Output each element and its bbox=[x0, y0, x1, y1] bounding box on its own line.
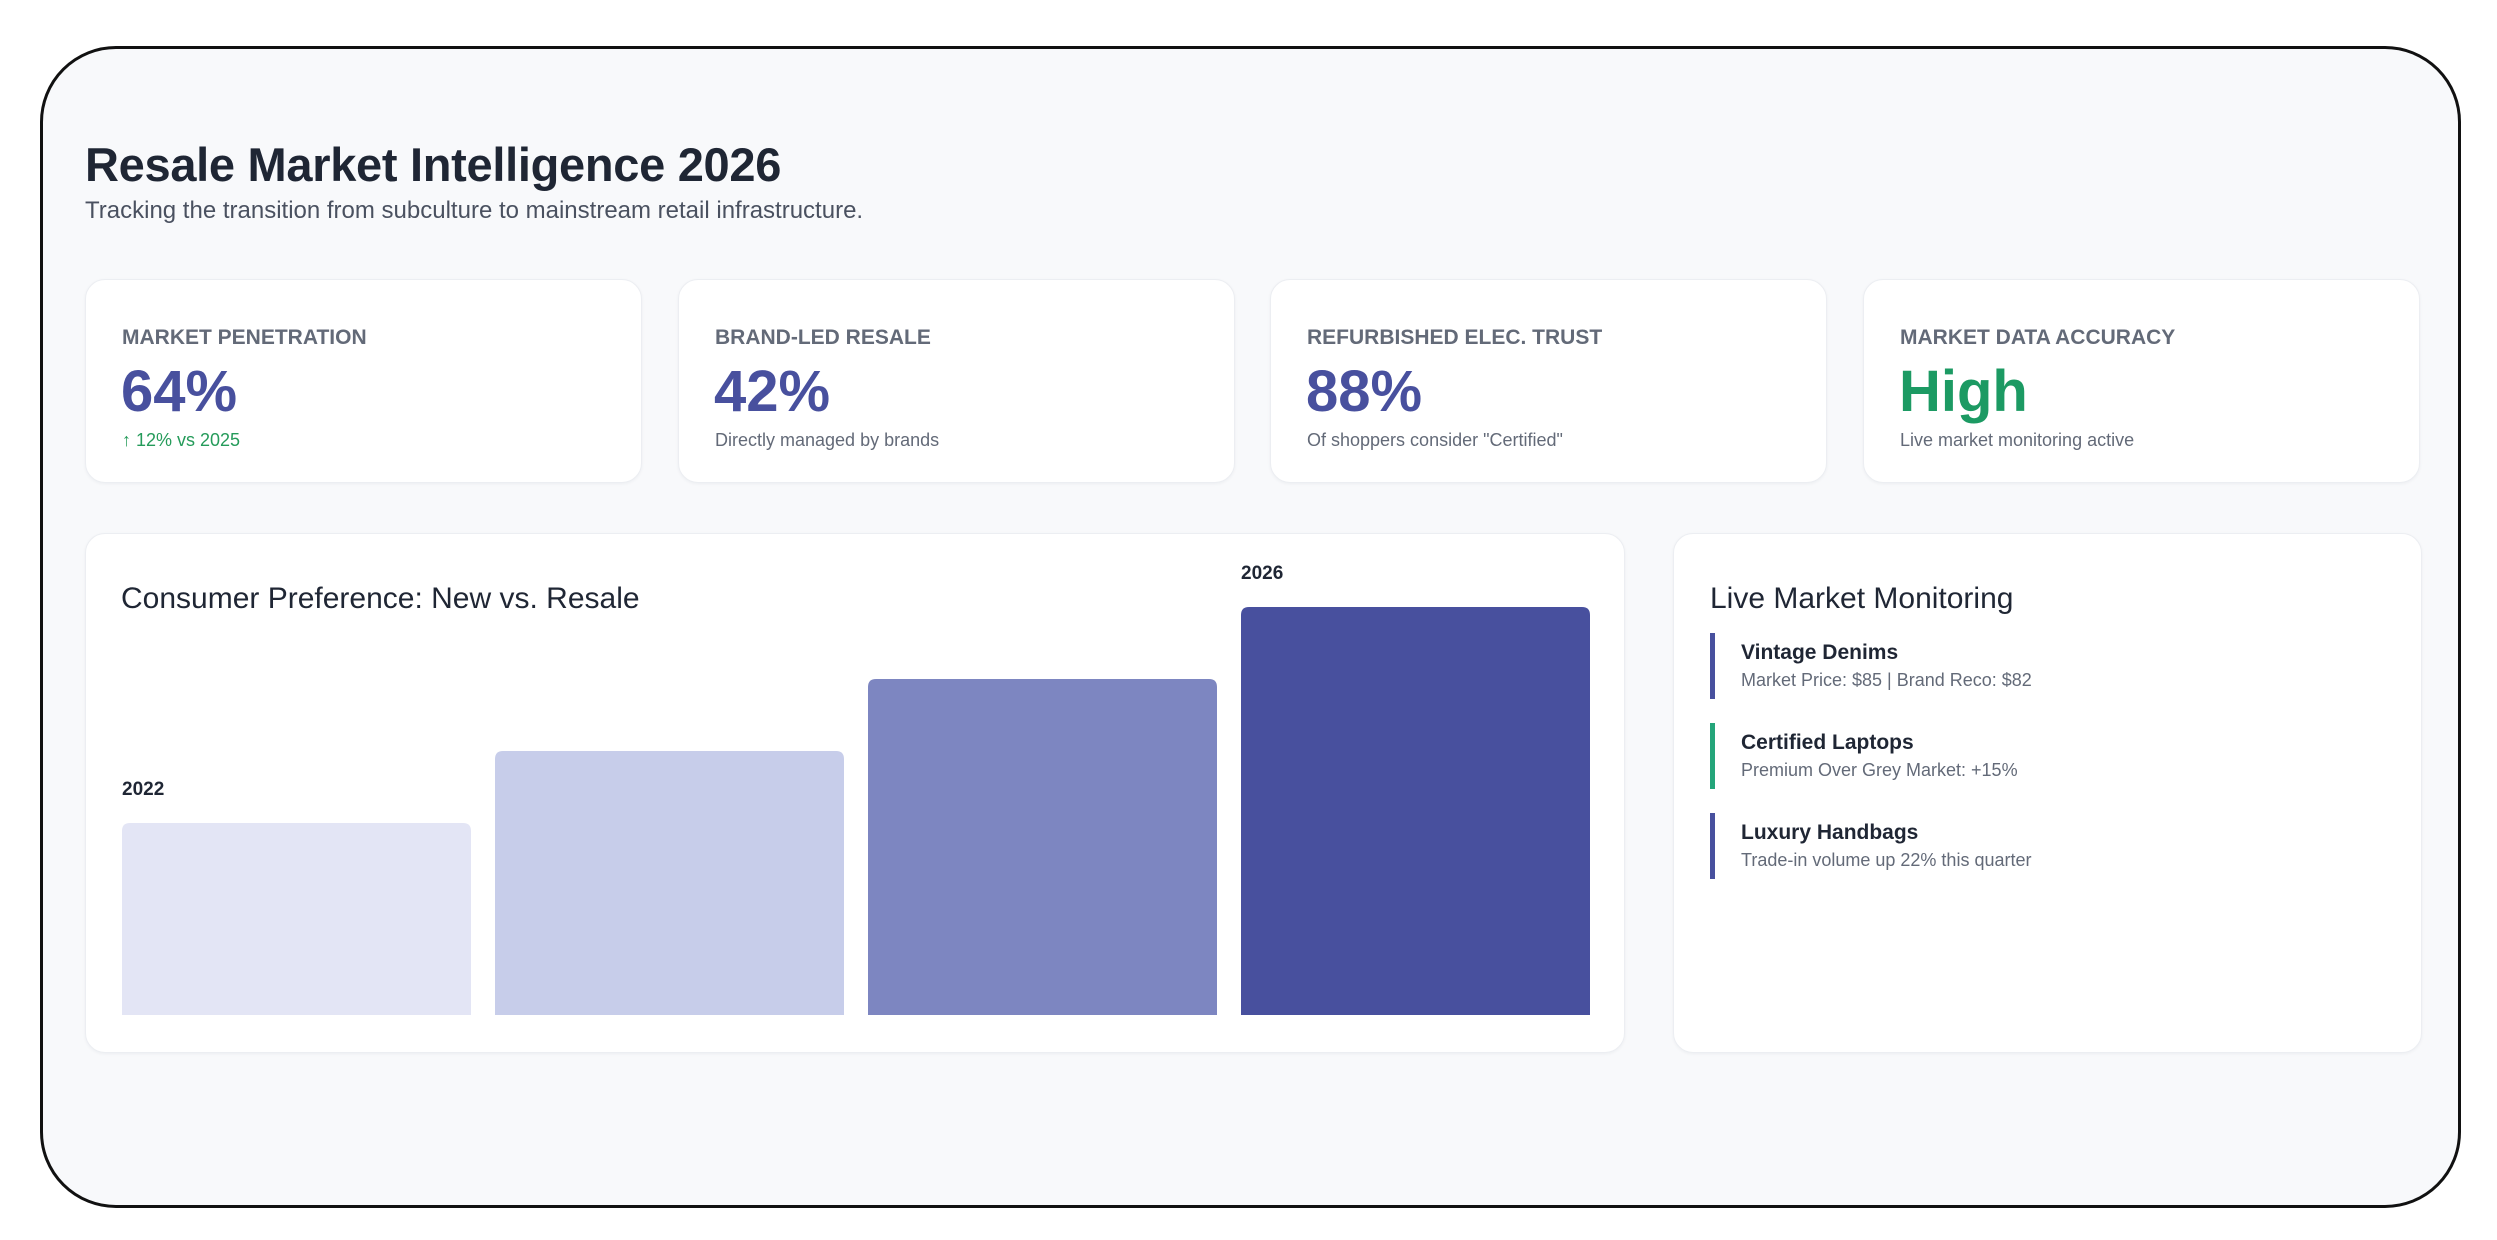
stat-note: Directly managed by brands bbox=[715, 430, 940, 450]
stat-card-refurbished-trust: REFURBISHED ELEC. TRUST 88% Of shoppers … bbox=[1270, 279, 1827, 483]
stat-card-market-penetration: MARKET PENETRATION 64% ↑ 12% vs 2025 bbox=[85, 279, 642, 483]
stat-card-brand-led-resale: BRAND-LED RESALE 42% Directly managed by… bbox=[678, 279, 1235, 483]
live-monitoring-card: Live Market Monitoring Vintage Denims Ma… bbox=[1673, 533, 2422, 1053]
chart-bar-2024[interactable] bbox=[868, 679, 1217, 1015]
chart-bar-2023[interactable] bbox=[495, 751, 844, 1015]
stat-note: Of shoppers consider "Certified" bbox=[1307, 430, 1563, 450]
bar-chart: 2022 2026 bbox=[122, 563, 1590, 1015]
monitor-item-detail: Trade-in volume up 22% this quarter bbox=[1741, 850, 2032, 870]
stat-value: 42% bbox=[714, 359, 831, 424]
bar-label-2022: 2022 bbox=[122, 779, 164, 800]
monitor-item-certified-laptops[interactable]: Certified Laptops Premium Over Grey Mark… bbox=[1710, 723, 2370, 789]
page-title: Resale Market Intelligence 2026 bbox=[85, 138, 782, 191]
stat-label: MARKET PENETRATION bbox=[122, 326, 367, 349]
page-subtitle: Tracking the transition from subculture … bbox=[85, 197, 864, 224]
monitoring-title: Live Market Monitoring bbox=[1710, 582, 2014, 615]
chart-bar-2025[interactable] bbox=[1241, 607, 1590, 1015]
stat-value: 64% bbox=[121, 359, 238, 424]
monitor-item-name: Luxury Handbags bbox=[1741, 821, 1919, 844]
monitor-item-name: Certified Laptops bbox=[1741, 731, 1914, 754]
monitor-item-luxury-handbags[interactable]: Luxury Handbags Trade-in volume up 22% t… bbox=[1710, 813, 2370, 879]
stat-card-data-accuracy: MARKET DATA ACCURACY High Live market mo… bbox=[1863, 279, 2420, 483]
stat-value: 88% bbox=[1306, 359, 1423, 424]
stat-note: Live market monitoring active bbox=[1900, 430, 2135, 450]
monitor-item-detail: Premium Over Grey Market: +15% bbox=[1741, 760, 2018, 780]
monitor-item-detail: Market Price: $85 | Brand Reco: $82 bbox=[1741, 670, 2032, 690]
consumer-preference-chart-card: Consumer Preference: New vs. Resale 2022… bbox=[85, 533, 1625, 1053]
bar-label-2026: 2026 bbox=[1241, 563, 1283, 584]
stat-value: High bbox=[1899, 359, 2028, 424]
dashboard-frame: Resale Market Intelligence 2026 Tracking… bbox=[40, 46, 2461, 1208]
chart-bar-2022[interactable] bbox=[122, 823, 471, 1015]
stat-trend: ↑ 12% vs 2025 bbox=[122, 430, 241, 450]
stat-label: MARKET DATA ACCURACY bbox=[1900, 326, 2176, 349]
stat-label: BRAND-LED RESALE bbox=[715, 326, 931, 349]
monitor-item-vintage-denims[interactable]: Vintage Denims Market Price: $85 | Brand… bbox=[1710, 633, 2370, 699]
stat-label: REFURBISHED ELEC. TRUST bbox=[1307, 326, 1603, 349]
monitor-item-name: Vintage Denims bbox=[1741, 641, 1899, 664]
